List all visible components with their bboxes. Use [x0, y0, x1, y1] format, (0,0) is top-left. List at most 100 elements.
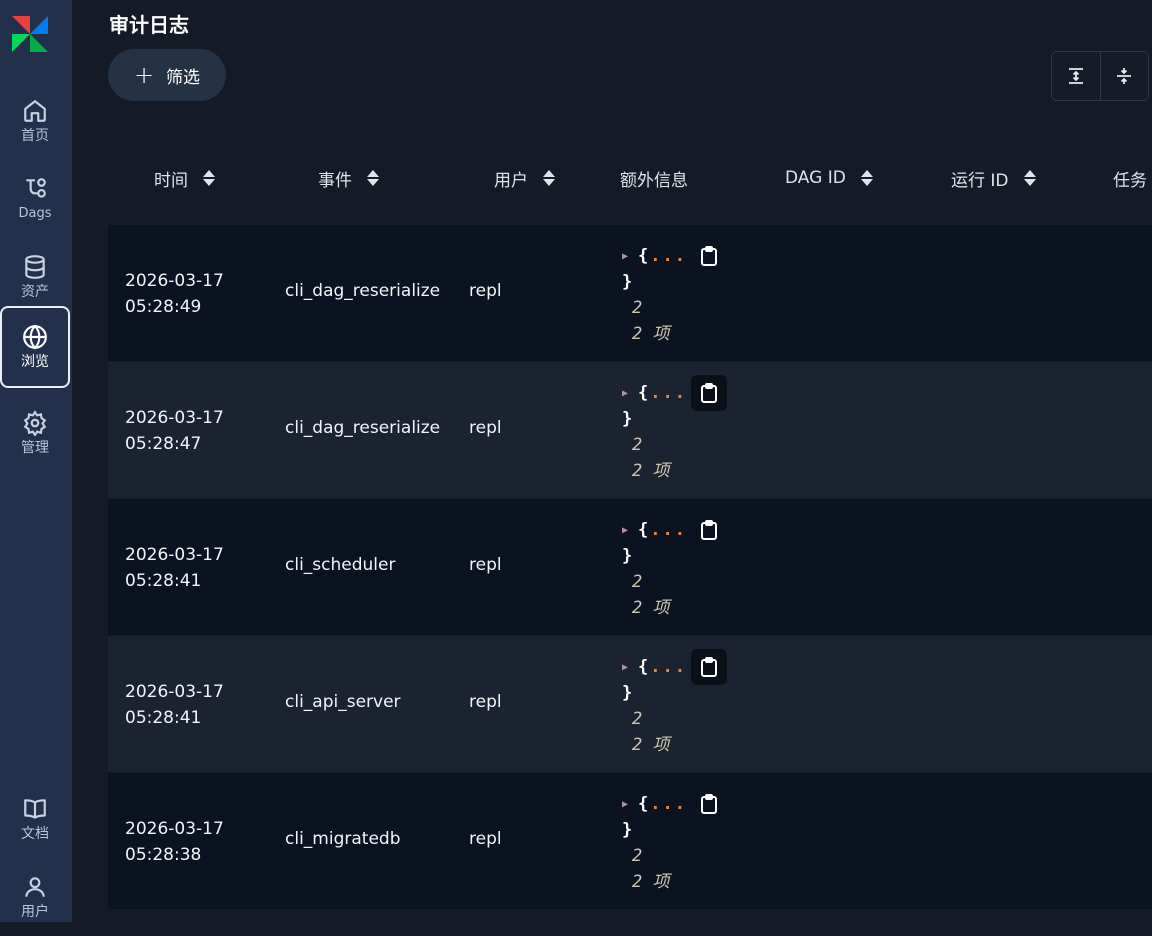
column-header-event[interactable]: 事件	[318, 166, 380, 191]
event-cell: cli_migratedb	[285, 829, 401, 849]
column-header-task-label: 任务	[1113, 170, 1147, 191]
table-row: 2026-03-17 05:28:41 cli_scheduler repl ▶…	[108, 499, 1152, 635]
time-text: 05:28:47	[125, 434, 202, 454]
sort-icon	[543, 170, 555, 186]
nav-dags[interactable]: Dags	[0, 160, 70, 238]
clipboard-icon	[701, 657, 717, 677]
expand-caret-icon[interactable]: ▶	[622, 525, 628, 536]
nav-user[interactable]: 用户	[0, 858, 70, 936]
nav-home-label: 首页	[21, 128, 49, 144]
json-ellipsis[interactable]: ...	[650, 520, 687, 540]
copy-button[interactable]	[691, 512, 727, 548]
sidebar: 首页 Dags 资产 浏览 管理 文档 用户	[0, 0, 72, 922]
sort-icon	[367, 170, 379, 186]
json-open-brace: {	[638, 794, 649, 814]
time-text: 05:28:38	[125, 845, 202, 865]
time-cell: 2026-03-17 05:28:49	[125, 268, 224, 320]
json-ellipsis[interactable]: ...	[650, 794, 687, 814]
column-header-user-label: 用户	[494, 170, 528, 191]
json-open-brace: {	[638, 657, 649, 677]
time-cell: 2026-03-17 05:28:41	[125, 679, 224, 731]
clipboard-icon	[701, 520, 717, 540]
nav-dags-label: Dags	[18, 206, 52, 221]
sort-icon	[1023, 170, 1036, 186]
column-header-extra-label: 额外信息	[620, 170, 688, 191]
extra-json-viewer: ▶ { ... } 2 2 项	[622, 791, 727, 895]
expand-caret-icon[interactable]: ▶	[622, 251, 628, 262]
collapse-rows-button[interactable]	[1099, 52, 1149, 100]
filter-button[interactable]: + 筛选	[108, 49, 226, 101]
clipboard-icon	[701, 383, 717, 403]
column-header-run-id[interactable]: 运行 ID	[951, 166, 1037, 191]
date-text: 2026-03-17	[125, 819, 224, 839]
column-header-dag-id-label: DAG ID	[785, 168, 846, 188]
date-text: 2026-03-17	[125, 682, 224, 702]
clipboard-icon	[701, 794, 717, 814]
copy-button[interactable]	[691, 649, 727, 685]
json-open-brace: {	[638, 520, 649, 540]
json-open-brace: {	[638, 383, 649, 403]
nav-admin[interactable]: 管理	[0, 394, 70, 472]
json-ellipsis[interactable]: ...	[650, 657, 687, 677]
expand-rows-button[interactable]	[1052, 52, 1100, 100]
table-row: 2026-03-17 05:28:49 cli_dag_reserialize …	[108, 225, 1152, 361]
date-text: 2026-03-17	[125, 271, 224, 291]
plus-icon: +	[133, 61, 155, 89]
sort-icon	[860, 170, 873, 186]
time-text: 05:28:41	[125, 708, 202, 728]
clipboard-icon	[701, 246, 717, 266]
json-item-count: 2 项	[632, 598, 670, 618]
column-header-task[interactable]: 任务	[1113, 166, 1147, 191]
expand-caret-icon[interactable]: ▶	[622, 799, 628, 810]
copy-button[interactable]	[691, 375, 727, 411]
expand-caret-icon[interactable]: ▶	[622, 388, 628, 399]
expand-vertical-icon	[1068, 68, 1083, 84]
json-item-count: 2 项	[632, 872, 670, 892]
extra-json-viewer: ▶ { ... } 2 2 项	[622, 649, 727, 758]
time-cell: 2026-03-17 05:28:38	[125, 816, 224, 868]
database-icon	[25, 255, 45, 279]
event-cell: cli_dag_reserialize	[285, 418, 441, 438]
json-key-count: 2	[632, 709, 643, 729]
nav-docs[interactable]: 文档	[0, 780, 70, 858]
column-header-extra: 额外信息	[620, 166, 688, 191]
collapse-vertical-icon	[1117, 68, 1132, 84]
filter-button-label: 筛选	[166, 67, 201, 88]
copy-button[interactable]	[691, 238, 727, 274]
nav-browse[interactable]: 浏览	[0, 306, 70, 388]
airflow-logo[interactable]	[8, 12, 52, 56]
copy-button[interactable]	[691, 786, 727, 822]
user-cell: repl	[469, 692, 502, 712]
home-icon	[24, 100, 46, 122]
column-header-time[interactable]: 时间	[154, 166, 216, 191]
event-cell: cli_dag_reserialize	[285, 281, 441, 301]
time-text: 05:28:41	[125, 571, 202, 591]
json-key-count: 2	[632, 846, 643, 866]
extra-json-viewer: ▶ { ... } 2 2 项	[622, 375, 727, 484]
nav-assets[interactable]: 资产	[0, 238, 70, 316]
time-cell: 2026-03-17 05:28:47	[125, 405, 224, 457]
extra-json-viewer: ▶ { ... } 2 2 项	[622, 243, 727, 347]
column-header-run-id-label: 运行 ID	[951, 170, 1009, 191]
nav-browse-label: 浏览	[21, 354, 49, 370]
page-title: 审计日志	[109, 13, 189, 37]
json-ellipsis[interactable]: ...	[650, 246, 687, 266]
dag-icon	[26, 178, 46, 198]
json-open-brace: {	[638, 246, 649, 266]
user-icon	[25, 877, 45, 897]
json-item-count: 2 项	[632, 324, 670, 344]
column-header-dag-id[interactable]: DAG ID	[785, 166, 874, 190]
json-key-count: 2	[632, 435, 643, 455]
globe-icon	[23, 324, 47, 350]
column-header-time-label: 时间	[154, 170, 188, 191]
table-row: 2026-03-17 05:28:47 cli_dag_reserialize …	[108, 362, 1152, 498]
time-cell: 2026-03-17 05:28:41	[125, 542, 224, 594]
json-ellipsis[interactable]: ...	[650, 383, 687, 403]
expand-caret-icon[interactable]: ▶	[622, 662, 628, 673]
json-key-count: 2	[632, 298, 643, 318]
nav-home[interactable]: 首页	[0, 82, 70, 160]
event-cell: cli_scheduler	[285, 555, 396, 575]
date-text: 2026-03-17	[125, 408, 224, 428]
column-header-user[interactable]: 用户	[494, 166, 556, 191]
nav-docs-label: 文档	[21, 826, 49, 842]
